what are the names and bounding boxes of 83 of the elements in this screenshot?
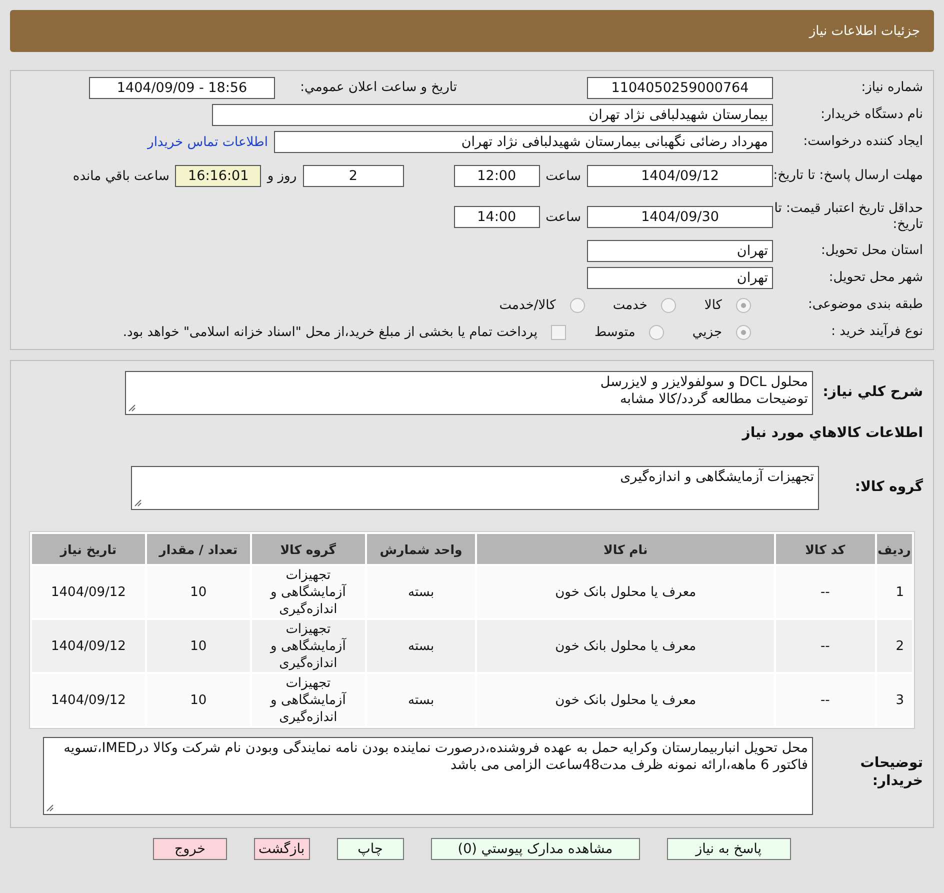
days-label: روز و — [267, 168, 297, 184]
option-label: كالا/خدمت — [499, 298, 556, 312]
table-cell: 1 — [876, 566, 912, 618]
column-header: تعداد / مقدار — [146, 534, 250, 564]
field-label: طبقه بندی موضوعی: — [806, 296, 923, 314]
table-cell: معرف یا محلول بانک خون — [477, 566, 774, 618]
field-label: حداقل تاریخ اعتبار قیمت: تا تاریخ: — [773, 200, 923, 234]
buyer-notes-textarea[interactable]: محل تحویل انباربیمارستان وکرایه حمل به عهده فروشنده،درصورت نماینده بودن نامه نمایندگی وبودن نام شرکت وکالا درIMED،تسویه فاکتور 6 ماهه،ارائه نمونه ظرف مدت48ساعت الزامی می باشد — [43, 737, 813, 815]
checkbox[interactable] — [551, 324, 566, 340]
radio-button[interactable] — [661, 298, 676, 312]
column-header: ردیف — [876, 534, 912, 564]
city-field: تهران — [587, 267, 773, 289]
resize-grip-icon[interactable] — [128, 404, 136, 412]
field-label: شهر محل تحویل: — [828, 270, 923, 286]
section-heading: اطلاعات کالاهاي مورد نياز — [740, 425, 923, 443]
field-label: ایجاد کننده درخواست: — [802, 134, 923, 150]
option-label: جزيي — [692, 324, 722, 340]
action-button[interactable]: پاسخ به نياز — [666, 838, 791, 860]
date-field: 1404/09/12 — [587, 165, 773, 187]
description-textarea[interactable]: محلول DCL و سولفولایزر و لایزرسل توضیحات مطالعه گردد/کالا مشابه — [125, 371, 813, 415]
table-cell: 1404/09/12 — [32, 566, 145, 618]
remaining-label: ساعت باقي مانده — [72, 168, 170, 184]
table-cell: 10 — [146, 674, 250, 726]
table-cell: -- — [776, 620, 875, 672]
announce-date-field: 1404/09/09 - 18:56 — [89, 77, 275, 99]
column-header: نام کالا — [477, 534, 774, 564]
field-label: نوع فرآیند خرید : — [830, 324, 923, 340]
table-cell: -- — [776, 674, 875, 726]
table-cell: 10 — [146, 620, 250, 672]
radio-button[interactable] — [649, 324, 664, 340]
option-label: متوسط — [594, 324, 636, 340]
date-field: 1404/09/30 — [587, 206, 773, 228]
table-cell: -- — [776, 566, 875, 618]
time-label: ساعت — [546, 168, 581, 184]
exit-button[interactable]: بازگشت — [254, 838, 310, 860]
table-cell: معرف یا محلول بانک خون — [477, 620, 774, 672]
radio-button[interactable] — [736, 324, 751, 340]
need-number-field: 1104050259000764 — [587, 77, 773, 99]
field-label: توضیحات خریدار: — [859, 755, 923, 790]
option-label: خدمت — [612, 298, 648, 312]
column-header: واحد شمارش — [366, 534, 476, 564]
action-button[interactable]: مشاهده مدارک پيوستي (0) — [430, 838, 640, 860]
treasury-note: پرداخت تمام یا بخشی از مبلغ خرید،از محل "اسناد خزانه اسلامی" خواهد بود. — [122, 324, 538, 340]
buyer-contact-link[interactable]: اطلاعات تماس خریدار — [148, 134, 268, 150]
radio-button[interactable] — [570, 298, 585, 312]
option-label: كالا — [704, 298, 722, 312]
goods-group-textarea[interactable]: تجهیزات آزمایشگاهی و اندازه‌گیری — [131, 466, 819, 510]
time-label: ساعت — [546, 210, 581, 224]
table-cell: بسته — [366, 620, 476, 672]
table-cell: 10 — [146, 566, 250, 618]
field-label: شماره نیاز: — [860, 80, 923, 96]
table-cell: 1404/09/12 — [32, 674, 145, 726]
table-cell: 3 — [876, 674, 912, 726]
table-cell: بسته — [366, 674, 476, 726]
table-cell: تجهیزات آزمایشگاهی و اندازه‌گیری — [252, 674, 365, 726]
table-cell: بسته — [366, 566, 476, 618]
table-cell: 1404/09/12 — [32, 620, 145, 672]
field-label: مهلت ارسال پاسخ: تا تاریخ: — [773, 168, 923, 184]
field-label: شرح کلي نياز: — [822, 384, 923, 402]
field-label: گروه کالا: — [854, 479, 923, 497]
time-field: 14:00 — [454, 206, 540, 228]
field-label: تاریخ و ساعت اعلان عمومي: — [299, 80, 458, 96]
table-cell: تجهیزات آزمایشگاهی و اندازه‌گیری — [252, 566, 365, 618]
time-field: 12:00 — [454, 165, 540, 187]
table-cell: معرف یا محلول بانک خون — [477, 674, 774, 726]
resize-grip-icon[interactable] — [134, 499, 142, 507]
province-field: تهران — [587, 240, 773, 262]
requester-field: مهرداد رضائی نگهبانی بیمارستان شهیدلبافی نژاد تهران — [274, 131, 773, 153]
field-label: نام دستگاه خریدار: — [820, 106, 923, 124]
resize-grip-icon[interactable] — [46, 804, 54, 812]
radio-button[interactable] — [736, 298, 751, 312]
column-header: کد کالا — [776, 534, 875, 564]
exit-button[interactable]: خروج — [153, 838, 226, 860]
column-header: گروه کالا — [252, 534, 365, 564]
column-header: تاریخ نیاز — [32, 534, 145, 564]
action-button[interactable]: چاپ — [336, 838, 404, 860]
buyer-org-field: بیمارستان شهیدلبافی نژاد تهران — [212, 104, 773, 126]
table-cell: تجهیزات آزمایشگاهی و اندازه‌گیری — [252, 620, 365, 672]
field-label: استان محل تحویل: — [820, 242, 923, 260]
table-cell: 2 — [876, 620, 912, 672]
remaining-time-field: 16:16:01 — [175, 165, 262, 187]
page-title-bar: جزئیات اطلاعات نیاز — [10, 10, 934, 52]
days-field: 2 — [302, 165, 404, 187]
